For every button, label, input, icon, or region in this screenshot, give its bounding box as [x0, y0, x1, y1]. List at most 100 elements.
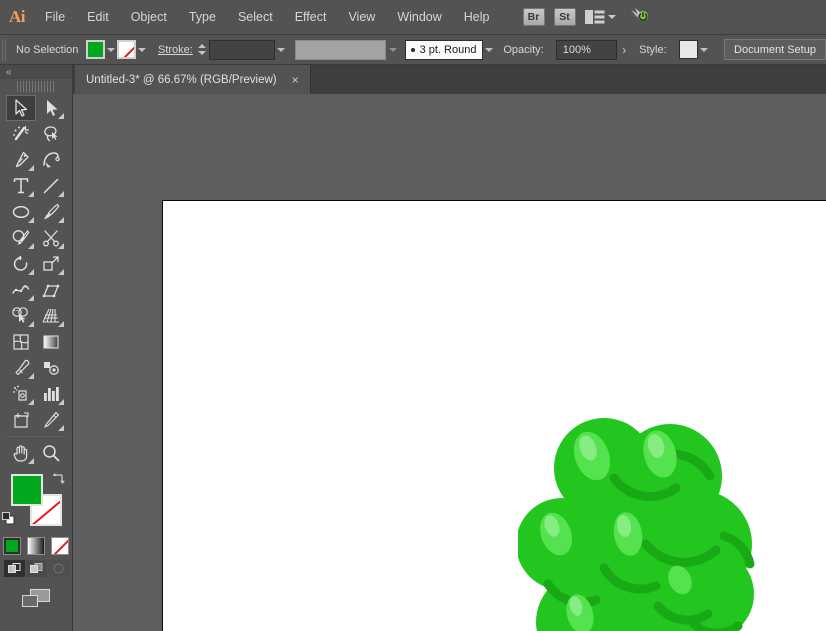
menu-object[interactable]: Object — [120, 0, 178, 35]
shaper-tool[interactable] — [6, 225, 36, 251]
stroke-color-swatch[interactable] — [117, 40, 136, 59]
close-icon[interactable]: × — [289, 72, 302, 88]
artboard[interactable] — [162, 200, 826, 631]
arrange-documents-icon — [584, 10, 604, 24]
bridge-button[interactable]: Br — [522, 8, 545, 26]
color-mode-button[interactable] — [3, 537, 21, 555]
gradient-tool-icon — [43, 335, 59, 349]
scissors-tool[interactable] — [36, 225, 66, 251]
shaper-tool-icon — [12, 230, 30, 245]
direct-selection-tool[interactable] — [36, 95, 66, 121]
column-graph-tool[interactable] — [36, 381, 66, 407]
mesh-tool-icon — [13, 334, 29, 350]
graphic-style-dropdown-icon[interactable] — [698, 40, 710, 59]
draw-behind-button[interactable] — [25, 560, 47, 577]
slice-tool[interactable] — [36, 407, 66, 433]
ellipse-tool[interactable] — [6, 199, 36, 225]
stepper-down-icon — [198, 51, 207, 55]
perspective-grid-tool[interactable] — [36, 303, 66, 329]
lasso-tool[interactable] — [36, 121, 66, 147]
line-segment-tool[interactable] — [36, 173, 66, 199]
menu-bar: Ai File Edit Object Type Select Effect V… — [0, 0, 826, 35]
brush-definition-dropdown-icon[interactable] — [483, 40, 495, 59]
brush-definition-input[interactable]: 3 pt. Round — [404, 39, 484, 60]
none-mode-button[interactable] — [51, 537, 69, 555]
scissors-tool-icon — [43, 230, 59, 247]
width-tool[interactable] — [6, 277, 36, 303]
tools-panel-grip[interactable] — [17, 81, 55, 92]
stroke-weight-stepper[interactable] — [198, 40, 207, 59]
paintbrush-tool[interactable] — [36, 199, 66, 225]
free-transform-tool[interactable] — [36, 277, 66, 303]
document-setup-button[interactable]: Document Setup — [724, 39, 826, 60]
symbol-sprayer-tool[interactable] — [6, 381, 36, 407]
hand-tool[interactable] — [6, 440, 36, 466]
symbol-sprayer-tool-icon — [13, 385, 27, 401]
type-tool[interactable] — [6, 173, 36, 199]
menu-edit[interactable]: Edit — [76, 0, 120, 35]
brush-preview-icon — [410, 47, 415, 52]
brush-definition-value: 3 pt. Round — [419, 43, 477, 56]
zoom-tool[interactable] — [36, 440, 66, 466]
broccoli-illustration[interactable] — [518, 416, 758, 631]
menu-type[interactable]: Type — [178, 0, 227, 35]
stroke-weight-input[interactable] — [209, 39, 276, 60]
blend-tool[interactable] — [36, 355, 66, 381]
scale-tool-icon — [43, 256, 59, 271]
draw-normal-button[interactable] — [3, 560, 25, 577]
variable-width-profile-input[interactable] — [295, 39, 387, 60]
mesh-tool[interactable] — [6, 329, 36, 355]
scale-tool[interactable] — [36, 251, 66, 277]
width-tool-icon — [12, 285, 30, 294]
draw-inside-button[interactable] — [47, 560, 69, 577]
pen-tool[interactable] — [6, 147, 36, 173]
arrange-documents-button[interactable] — [584, 10, 616, 24]
opacity-expand-icon[interactable]: › — [617, 40, 631, 60]
menu-effect[interactable]: Effect — [284, 0, 338, 35]
stock-search-button[interactable] — [629, 6, 651, 29]
curvature-tool-icon — [43, 152, 60, 168]
gradient-mode-button[interactable] — [27, 537, 45, 555]
shape-builder-tool[interactable] — [6, 303, 36, 329]
blend-tool-icon — [44, 362, 59, 375]
document-tab[interactable]: Untitled-3* @ 66.67% (RGB/Preview) × — [75, 65, 311, 94]
hand-tool-icon — [13, 445, 28, 462]
opacity-input[interactable]: 100% — [555, 39, 618, 60]
variable-width-dropdown-icon[interactable] — [386, 40, 398, 59]
menu-view[interactable]: View — [337, 0, 386, 35]
rotate-tool-icon — [13, 255, 28, 271]
fill-color-dropdown-icon[interactable] — [105, 40, 117, 59]
menu-window[interactable]: Window — [386, 0, 452, 35]
stroke-weight-dropdown-icon[interactable] — [275, 40, 287, 59]
rotate-tool[interactable] — [6, 251, 36, 277]
stock-button[interactable]: St — [553, 8, 576, 26]
collapse-panel-icon[interactable]: « — [6, 67, 11, 78]
stock-search-icon — [630, 7, 648, 21]
document-tab-title: Untitled-3* @ 66.67% (RGB/Preview) — [86, 73, 277, 86]
ellipse-tool-icon — [12, 205, 30, 219]
tools-panel: « — [0, 65, 73, 631]
opacity-label: Opacity: — [503, 43, 544, 56]
graphic-style-swatch[interactable] — [678, 40, 698, 59]
magic-wand-tool[interactable] — [6, 121, 36, 147]
curvature-tool[interactable] — [36, 147, 66, 173]
draw-inside-icon — [52, 563, 64, 574]
swap-fill-stroke-button[interactable] — [52, 472, 66, 486]
tool-separator — [6, 436, 66, 437]
selection-tool[interactable] — [6, 95, 36, 121]
canvas-area[interactable] — [73, 94, 826, 631]
stepper-up-icon — [198, 44, 207, 48]
menu-select[interactable]: Select — [227, 0, 284, 35]
artboard-tool[interactable] — [6, 407, 36, 433]
control-bar: No Selection Stroke: 3 pt. Round Opacity… — [0, 35, 826, 65]
fill-color-indicator[interactable] — [11, 474, 43, 506]
menu-file[interactable]: File — [34, 0, 76, 35]
default-fill-stroke-button[interactable] — [2, 512, 16, 526]
gradient-tool[interactable] — [36, 329, 66, 355]
fill-color-swatch[interactable] — [86, 40, 106, 59]
eyedropper-tool-icon — [15, 359, 30, 376]
change-screen-mode-button[interactable] — [21, 588, 51, 615]
stroke-color-dropdown-icon[interactable] — [136, 40, 148, 59]
menu-help[interactable]: Help — [453, 0, 501, 35]
eyedropper-tool[interactable] — [6, 355, 36, 381]
